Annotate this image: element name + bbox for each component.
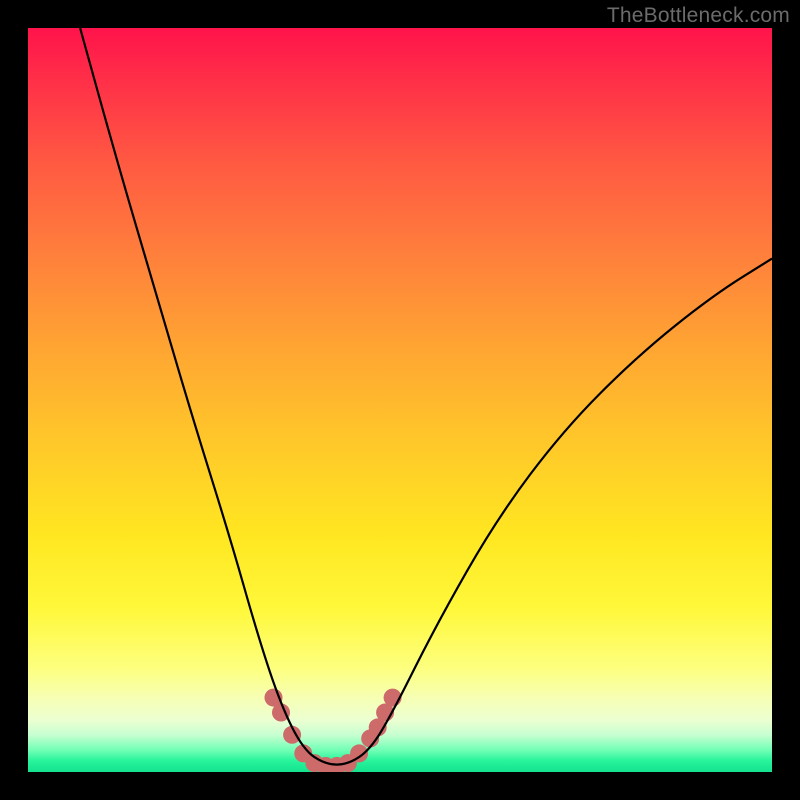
bottleneck-curve — [80, 28, 772, 765]
plot-area — [28, 28, 772, 772]
watermark-text: TheBottleneck.com — [607, 4, 790, 28]
chart-frame: TheBottleneck.com — [0, 0, 800, 800]
curve-layer — [28, 28, 772, 772]
